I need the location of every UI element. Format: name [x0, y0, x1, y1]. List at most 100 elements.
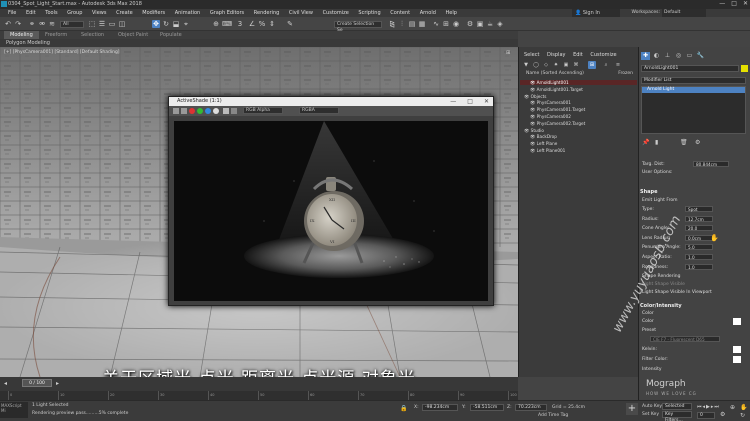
- clear-icon[interactable]: [231, 108, 237, 114]
- activeshade-close-button[interactable]: ✕: [484, 97, 489, 106]
- activeshade-icon[interactable]: ◈: [496, 20, 504, 28]
- visibility-eye-icon[interactable]: 👁: [530, 148, 537, 153]
- filter-color-swatch[interactable]: [733, 356, 741, 363]
- menu-views[interactable]: Views: [92, 10, 106, 16]
- set-key-button[interactable]: Set Key: [642, 412, 659, 417]
- scene-tree-row[interactable]: 👁 BackDrop: [520, 134, 637, 139]
- display-tab-icon[interactable]: ▭: [685, 52, 694, 60]
- menu-customize[interactable]: Customize: [323, 10, 349, 16]
- rotate-icon[interactable]: ↻: [162, 20, 170, 28]
- activeshade-maximize-button[interactable]: □: [467, 97, 473, 106]
- link-icon[interactable]: ⚭: [28, 20, 36, 28]
- find-icon[interactable]: ⌕: [602, 61, 610, 69]
- menu-civil-view[interactable]: Civil View: [289, 10, 313, 16]
- activeshade-title-bar[interactable]: ActiveShade (1:1) — □ ✕: [169, 97, 493, 106]
- geometry-filter-icon[interactable]: ◯: [532, 61, 540, 69]
- percent-snap-icon[interactable]: %: [258, 20, 266, 28]
- bind-spacewarp-icon[interactable]: ≋: [48, 20, 56, 28]
- preset-dropdown[interactable]: CIE F7 - Fluorescent D65: [650, 336, 720, 342]
- time-slider[interactable]: 0 / 100: [22, 379, 52, 387]
- param-value-field[interactable]: Spot: [685, 206, 713, 212]
- sign-in-button[interactable]: 👤 Sign In: [572, 9, 620, 17]
- y-coordinate-field[interactable]: -58.511cm: [470, 404, 504, 411]
- utilities-tab-icon[interactable]: 🔧: [696, 52, 705, 60]
- material-editor-icon[interactable]: ◉: [452, 20, 460, 28]
- light-filter-icon[interactable]: ✷: [552, 61, 560, 69]
- copy-image-icon[interactable]: [181, 108, 187, 114]
- scene-tree-row[interactable]: 👁 PhysCamera002: [520, 114, 637, 119]
- menu-file[interactable]: File: [8, 10, 16, 16]
- schematic-view-icon[interactable]: ⊞: [442, 20, 450, 28]
- tab-freeform[interactable]: Freeform: [45, 32, 67, 38]
- tab-object-paint[interactable]: Object Paint: [118, 32, 148, 38]
- motion-tab-icon[interactable]: ◎: [674, 52, 683, 60]
- filter-icon[interactable]: ▼: [522, 61, 530, 69]
- viewport-label[interactable]: [+] [PhysCamera001] [Standard] [Default …: [4, 50, 120, 55]
- visibility-eye-icon[interactable]: 👁: [524, 128, 531, 133]
- menu-modifiers[interactable]: Modifiers: [142, 10, 165, 16]
- menu-content[interactable]: Content: [390, 10, 410, 16]
- layer-explorer-icon[interactable]: ▤: [408, 20, 416, 28]
- visibility-eye-icon[interactable]: 👁: [530, 80, 537, 85]
- camera-filter-icon[interactable]: ▣: [562, 61, 570, 69]
- angle-snap-icon[interactable]: ∠: [248, 20, 256, 28]
- visibility-eye-icon[interactable]: 👁: [530, 114, 537, 119]
- add-time-tag-button[interactable]: Add Time Tag: [538, 413, 568, 418]
- render-setup-icon[interactable]: ⚙: [466, 20, 474, 28]
- timeline-left-arrow-icon[interactable]: ◂: [4, 380, 7, 387]
- unlink-icon[interactable]: ⚮: [38, 20, 46, 28]
- minimize-button[interactable]: —: [719, 0, 725, 7]
- menu-scripting[interactable]: Scripting: [358, 10, 380, 16]
- select-by-name-icon[interactable]: ☰: [98, 20, 106, 28]
- visibility-eye-icon[interactable]: 👁: [530, 134, 537, 139]
- param-value-field[interactable]: 1.0: [685, 263, 713, 270]
- param-value-field[interactable]: 5.0: [685, 244, 713, 251]
- maximize-button[interactable]: □: [731, 0, 737, 7]
- hierarchy-filter-icon[interactable]: ⊞: [588, 61, 596, 69]
- menu-edit-scene[interactable]: Edit: [573, 52, 583, 58]
- save-image-icon[interactable]: [173, 108, 179, 114]
- shape-filter-icon[interactable]: ◇: [542, 61, 550, 69]
- timeline-ruler[interactable]: [0, 391, 518, 400]
- key-mode-dropdown[interactable]: Selected: [662, 403, 692, 410]
- show-end-result-icon[interactable]: ▮: [655, 139, 658, 146]
- red-channel-icon[interactable]: [189, 108, 195, 114]
- menu-group[interactable]: Group: [67, 10, 82, 16]
- modifier-list-dropdown[interactable]: Modifier List: [641, 77, 746, 84]
- hierarchy-tab-icon[interactable]: ⊥: [663, 52, 672, 60]
- spinner-snap-icon[interactable]: ⇕: [268, 20, 276, 28]
- edit-named-sets-icon[interactable]: ✎: [286, 20, 294, 28]
- keyboard-shortcut-icon[interactable]: ⌨: [222, 20, 232, 28]
- snap-icon[interactable]: 3: [236, 20, 244, 28]
- display-dropdown[interactable]: RGBA: [299, 107, 339, 114]
- orbit-icon[interactable]: ↻: [740, 412, 745, 419]
- shape-section-header[interactable]: Shape: [640, 189, 658, 195]
- scene-tree-row[interactable]: 👁 Studio: [520, 128, 637, 133]
- polygon-modeling-bar[interactable]: Polygon Modeling: [0, 39, 518, 47]
- create-tab-icon[interactable]: ✚: [641, 52, 650, 60]
- configure-sets-icon[interactable]: ⚙: [695, 139, 700, 146]
- z-coordinate-field[interactable]: 70.223cm: [515, 404, 547, 411]
- param-value-field[interactable]: 20.0: [685, 225, 713, 232]
- param-value-field[interactable]: 0.0cm: [685, 234, 713, 241]
- current-frame-field[interactable]: 0: [697, 412, 715, 419]
- mirror-icon[interactable]: ⧎: [388, 20, 396, 28]
- helper-filter-icon[interactable]: ⌘: [572, 61, 580, 69]
- lock-icon[interactable]: 🔒: [400, 405, 407, 412]
- channel-dropdown[interactable]: RGB Alpha: [243, 107, 283, 114]
- timeline-bar[interactable]: [0, 377, 518, 391]
- x-coordinate-field[interactable]: -98.234cm: [422, 404, 458, 411]
- timeline-right-arrow-icon[interactable]: ▸: [56, 380, 59, 387]
- frozen-column-header[interactable]: Frozen: [618, 71, 633, 76]
- maxscript-listener[interactable]: MAXScript Mi: [0, 402, 28, 418]
- pin-stack-icon[interactable]: 📌: [642, 139, 649, 146]
- scene-tree-row[interactable]: 👁 ArnoldLight001: [520, 80, 637, 85]
- set-key-big-icon[interactable]: +: [626, 403, 638, 415]
- tab-modeling[interactable]: Modeling: [4, 31, 39, 39]
- blue-channel-icon[interactable]: [205, 108, 211, 114]
- redo-icon[interactable]: ↷: [14, 20, 22, 28]
- stack-item-arnold-light[interactable]: Arnold Light: [642, 87, 745, 93]
- menu-rendering[interactable]: Rendering: [254, 10, 280, 16]
- render-icon[interactable]: ☕: [486, 20, 494, 28]
- preset-radio[interactable]: Preset: [642, 328, 656, 333]
